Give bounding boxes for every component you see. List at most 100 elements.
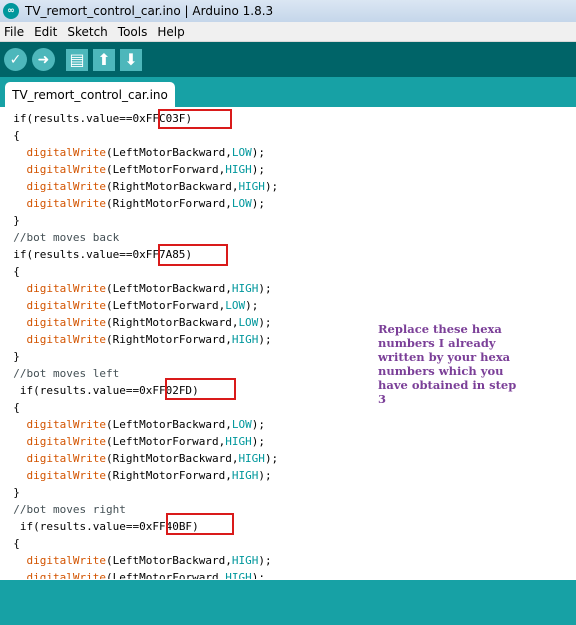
code-token: (LeftMotorBackward, <box>105 146 232 159</box>
code-token: { <box>0 265 20 278</box>
code-token: ); <box>251 146 265 159</box>
save-button[interactable]: ⬇ <box>120 48 142 71</box>
code-line: //bot moves left <box>0 365 119 382</box>
keyword-token: LOW <box>231 197 252 210</box>
code-token: if(results.value== <box>0 520 140 533</box>
function-token: digitalWrite <box>26 197 106 210</box>
menu-help[interactable]: Help <box>152 25 189 39</box>
code-token: (LeftMotorForward, <box>105 299 226 312</box>
menu-edit[interactable]: Edit <box>29 25 62 39</box>
code-token: (RightMotorForward, <box>105 197 232 210</box>
keyword-token: LOW <box>231 146 252 159</box>
function-token: digitalWrite <box>26 418 106 431</box>
function-token: digitalWrite <box>26 571 106 579</box>
hex-highlight-box <box>165 378 236 400</box>
new-button[interactable]: ▤ <box>66 48 88 71</box>
code-token: (RightMotorForward, <box>105 469 232 482</box>
status-bar <box>0 580 576 625</box>
keyword-token: HIGH <box>231 333 259 346</box>
code-token: { <box>0 537 20 550</box>
code-token: } <box>0 350 20 363</box>
code-token: ); <box>264 180 279 193</box>
keyword-token: HIGH <box>225 571 252 579</box>
function-token: digitalWrite <box>26 282 106 295</box>
open-button[interactable]: ⬆ <box>93 48 115 71</box>
code-line: digitalWrite(LeftMotorBackward,HIGH); <box>0 280 272 297</box>
code-token: } <box>0 486 20 499</box>
comment-token: //bot moves right <box>0 503 126 516</box>
keyword-token: HIGH <box>225 163 252 176</box>
function-token: digitalWrite <box>26 333 106 346</box>
code-line: { <box>0 263 20 280</box>
keyword-token: HIGH <box>231 282 259 295</box>
verify-button[interactable]: ✓ <box>4 48 27 71</box>
keyword-token: LOW <box>238 316 259 329</box>
menu-sketch[interactable]: Sketch <box>62 25 112 39</box>
code-line: digitalWrite(RightMotorBackward,HIGH); <box>0 178 279 195</box>
code-token: (LeftMotorForward, <box>105 571 226 579</box>
upload-button[interactable]: ➜ <box>32 48 55 71</box>
keyword-token: HIGH <box>231 554 259 567</box>
code-line: } <box>0 212 20 229</box>
menu-file[interactable]: File <box>0 25 29 39</box>
function-token: digitalWrite <box>26 554 106 567</box>
code-token: ); <box>245 299 259 312</box>
code-token: (LeftMotorBackward, <box>105 282 232 295</box>
keyword-token: HIGH <box>225 435 252 448</box>
code-token: { <box>0 401 20 414</box>
code-token: (RightMotorBackward, <box>105 180 239 193</box>
code-token: { <box>0 129 20 142</box>
code-token: (RightMotorBackward, <box>105 452 239 465</box>
upload-icon: ➜ <box>37 51 50 68</box>
function-token: digitalWrite <box>26 163 106 176</box>
function-token: digitalWrite <box>26 435 106 448</box>
function-token: digitalWrite <box>26 146 106 159</box>
verify-icon: ✓ <box>9 51 22 68</box>
hex-highlight-box <box>158 244 228 266</box>
code-token: ); <box>258 282 272 295</box>
code-line: } <box>0 484 20 501</box>
code-token: ); <box>251 435 265 448</box>
code-line: digitalWrite(RightMotorForward,LOW); <box>0 195 265 212</box>
code-token: ); <box>258 469 272 482</box>
function-token: digitalWrite <box>26 469 106 482</box>
keyword-token: HIGH <box>238 180 265 193</box>
code-token: ); <box>251 197 265 210</box>
code-token: } <box>0 214 20 227</box>
function-token: digitalWrite <box>26 180 106 193</box>
code-token: if(results.value== <box>0 248 133 261</box>
code-line: { <box>0 399 20 416</box>
code-token: ); <box>251 163 265 176</box>
keyword-token: HIGH <box>231 469 259 482</box>
function-token: digitalWrite <box>26 452 106 465</box>
code-token: (LeftMotorBackward, <box>105 554 232 567</box>
code-line: { <box>0 127 20 144</box>
code-token: ); <box>258 316 272 329</box>
comment-token: //bot moves back <box>0 231 120 244</box>
code-editor[interactable]: if(results.value==0xFFC03F) { digitalWri… <box>0 107 576 579</box>
code-line: digitalWrite(LeftMotorForward,HIGH); <box>0 433 265 450</box>
code-line: digitalWrite(LeftMotorForward,HIGH); <box>0 161 265 178</box>
window-title: TV_remort_control_car.ino | Arduino 1.8.… <box>25 4 274 18</box>
code-token: ); <box>251 571 265 579</box>
code-line: digitalWrite(LeftMotorForward,LOW); <box>0 297 259 314</box>
tab-sketch-file[interactable]: TV_remort_control_car.ino <box>5 82 175 107</box>
menu-tools[interactable]: Tools <box>113 25 153 39</box>
function-token: digitalWrite <box>26 299 106 312</box>
code-line: digitalWrite(RightMotorBackward,HIGH); <box>0 450 279 467</box>
new-icon: ▤ <box>69 50 85 69</box>
comment-token: //bot moves left <box>0 367 120 380</box>
tab-strip: TV_remort_control_car.ino <box>0 77 576 107</box>
code-token: ); <box>251 418 265 431</box>
code-line: digitalWrite(LeftMotorBackward,LOW); <box>0 416 265 433</box>
code-token: ); <box>258 554 272 567</box>
